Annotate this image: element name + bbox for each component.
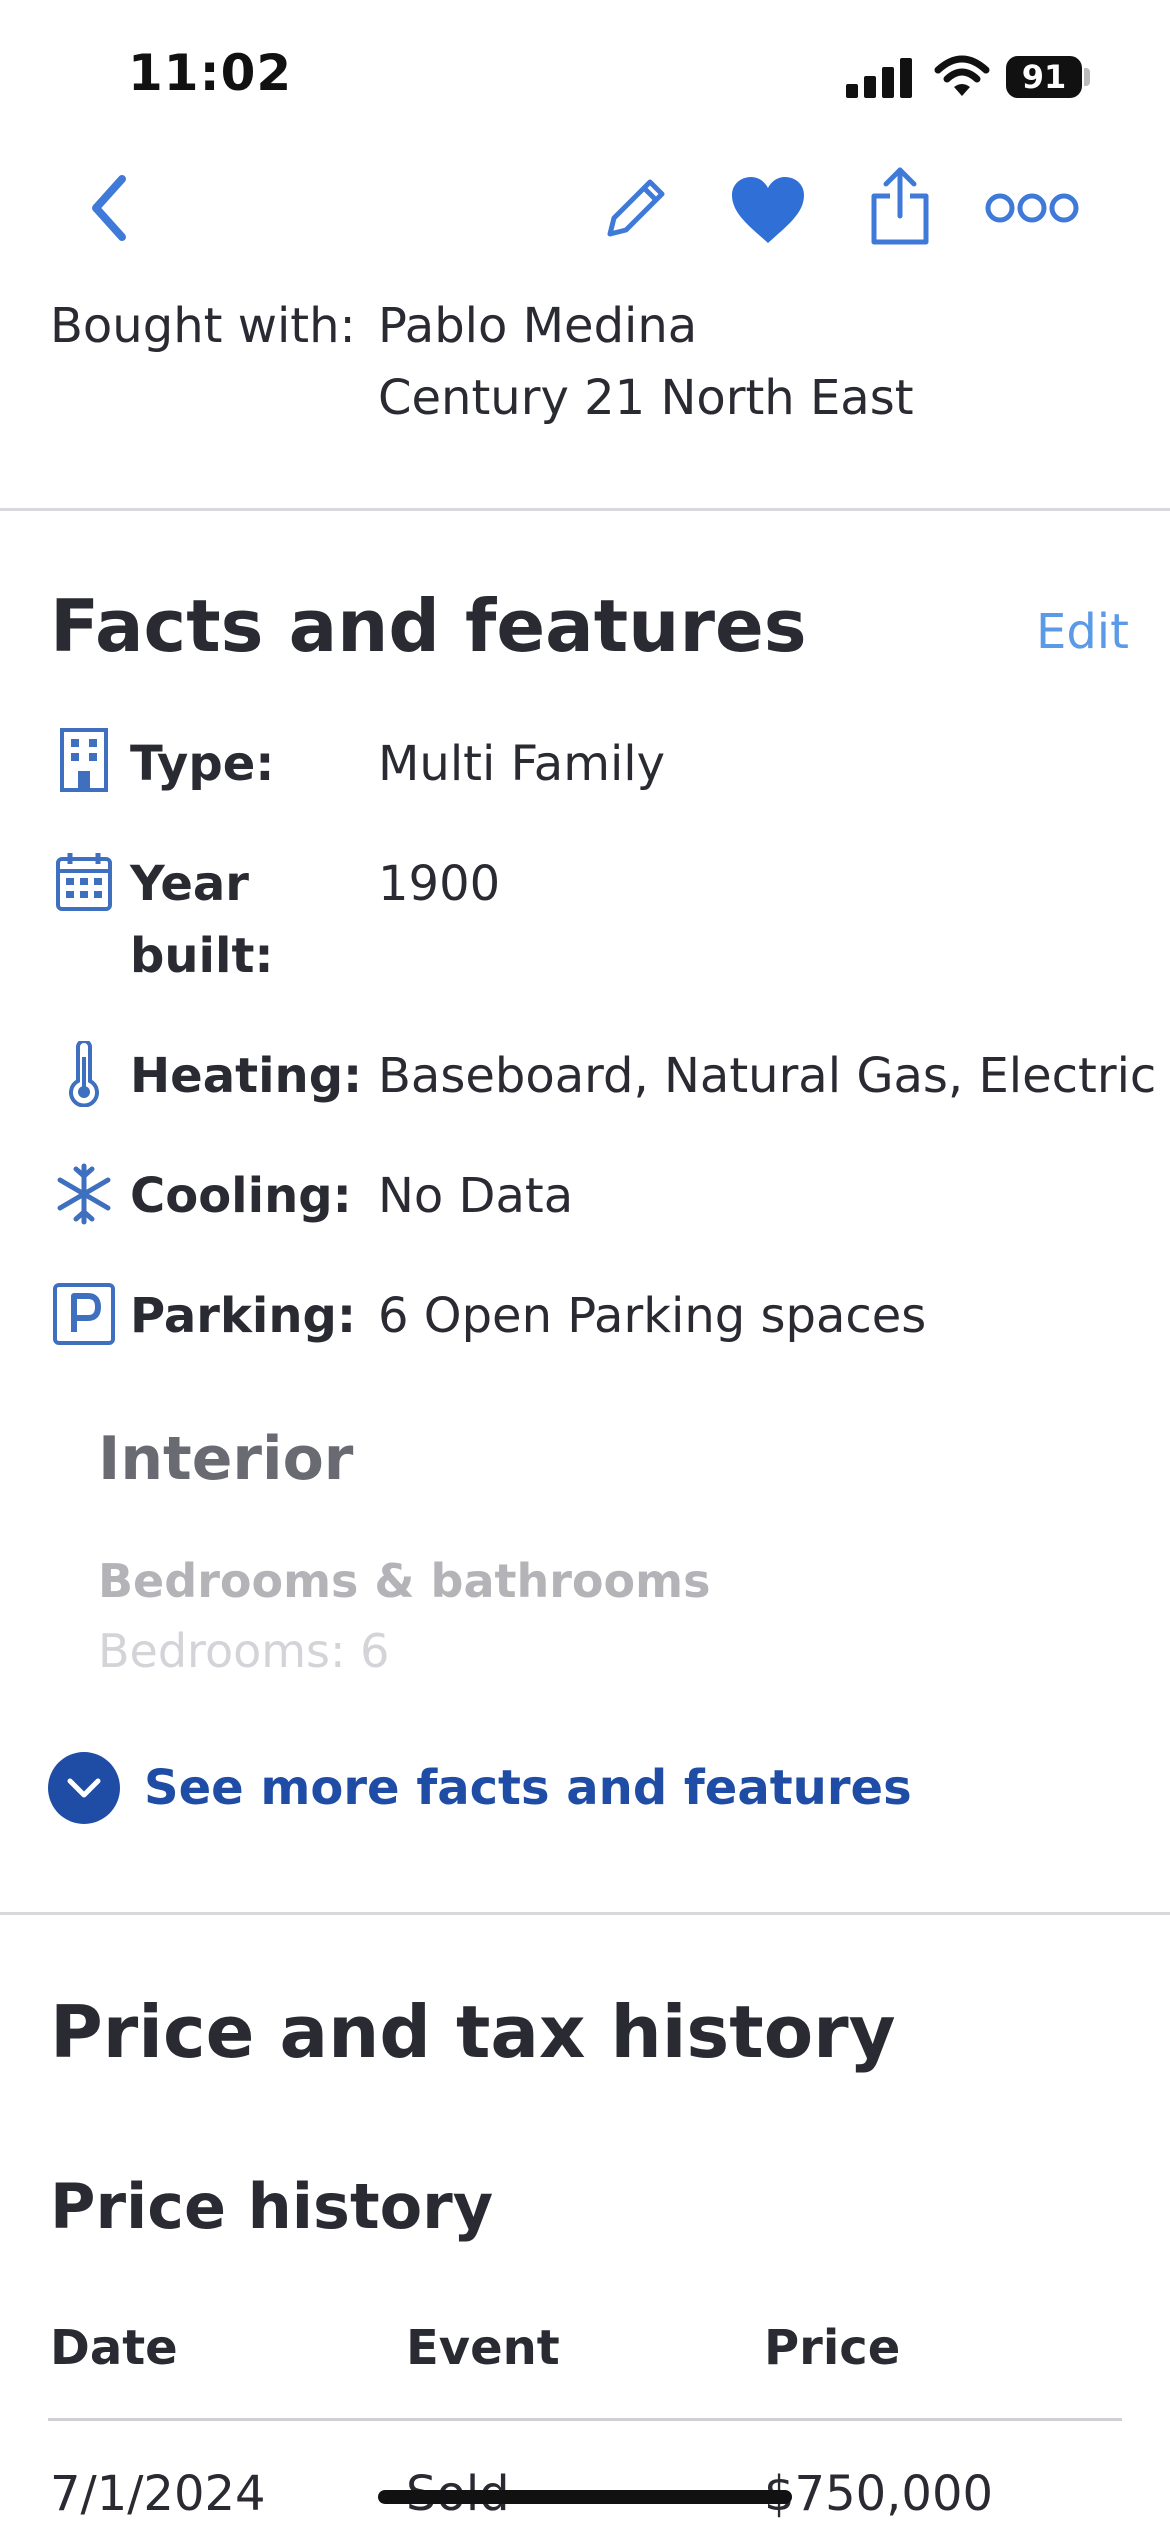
fact-parking-value: 6 Open Parking spaces bbox=[378, 1288, 927, 1344]
buyer-agent-name: Pablo Medina bbox=[378, 298, 698, 354]
parking-icon bbox=[52, 1282, 116, 1346]
column-header-event: Event bbox=[406, 2320, 560, 2376]
heart-icon bbox=[732, 177, 804, 243]
chevron-down-icon bbox=[48, 1752, 120, 1824]
interior-heading: Interior bbox=[98, 1424, 354, 1494]
thermometer-icon bbox=[52, 1041, 116, 1107]
price-tax-title: Price and tax history bbox=[50, 1990, 896, 2074]
fact-year-label-line2: built: bbox=[130, 928, 274, 984]
fact-heating-value: Baseboard, Natural Gas, Electric bbox=[378, 1048, 1157, 1104]
buyer-agent-office: Century 21 North East bbox=[378, 370, 914, 426]
fact-type-value: Multi Family bbox=[378, 736, 666, 792]
fact-cooling-label: Cooling: bbox=[130, 1168, 352, 1224]
battery-level: 91 bbox=[1021, 58, 1067, 96]
column-header-date: Date bbox=[50, 2320, 178, 2376]
pencil-icon bbox=[607, 179, 665, 237]
more-icon bbox=[985, 193, 1079, 223]
more-options-button[interactable] bbox=[982, 180, 1082, 236]
row-date: 7/1/2024 bbox=[50, 2466, 266, 2522]
fact-type-label: Type: bbox=[130, 736, 275, 792]
fact-year-value: 1900 bbox=[378, 856, 501, 912]
snowflake-icon bbox=[52, 1162, 116, 1226]
section-divider bbox=[0, 1912, 1170, 1915]
chevron-left-icon bbox=[92, 175, 126, 241]
facts-edit-link[interactable]: Edit bbox=[1036, 604, 1129, 660]
bedrooms-count: Bedrooms: 6 bbox=[98, 1624, 390, 1678]
bedrooms-bathrooms-heading: Bedrooms & bathrooms bbox=[98, 1554, 711, 1608]
price-history-title: Price history bbox=[50, 2170, 494, 2243]
fact-heating-label: Heating: bbox=[130, 1048, 363, 1104]
edit-button[interactable] bbox=[598, 170, 674, 246]
battery-icon: 91 bbox=[1006, 56, 1082, 98]
home-indicator[interactable] bbox=[378, 2490, 792, 2504]
fact-cooling-value: No Data bbox=[378, 1168, 574, 1224]
section-divider bbox=[0, 508, 1170, 511]
back-button[interactable] bbox=[76, 166, 140, 250]
share-icon bbox=[871, 167, 929, 245]
share-button[interactable] bbox=[862, 162, 938, 250]
fact-parking-label: Parking: bbox=[130, 1288, 357, 1344]
facts-title: Facts and features bbox=[50, 584, 807, 668]
battery-nub bbox=[1084, 68, 1090, 86]
fact-year-label-line1: Year bbox=[130, 856, 249, 912]
cellular-signal-icon bbox=[846, 58, 912, 98]
building-icon bbox=[52, 728, 116, 792]
see-more-facts-button[interactable]: See more facts and features bbox=[48, 1752, 912, 1824]
see-more-facts-label: See more facts and features bbox=[144, 1760, 912, 1816]
calendar-icon bbox=[52, 850, 116, 914]
wifi-icon bbox=[934, 55, 990, 96]
status-time: 11:02 bbox=[128, 44, 293, 102]
favorite-button[interactable] bbox=[728, 170, 808, 250]
table-header-rule bbox=[48, 2418, 1122, 2421]
column-header-price: Price bbox=[764, 2320, 901, 2376]
row-price: $750,000 bbox=[764, 2466, 994, 2522]
bought-with-label: Bought with: bbox=[50, 298, 356, 354]
